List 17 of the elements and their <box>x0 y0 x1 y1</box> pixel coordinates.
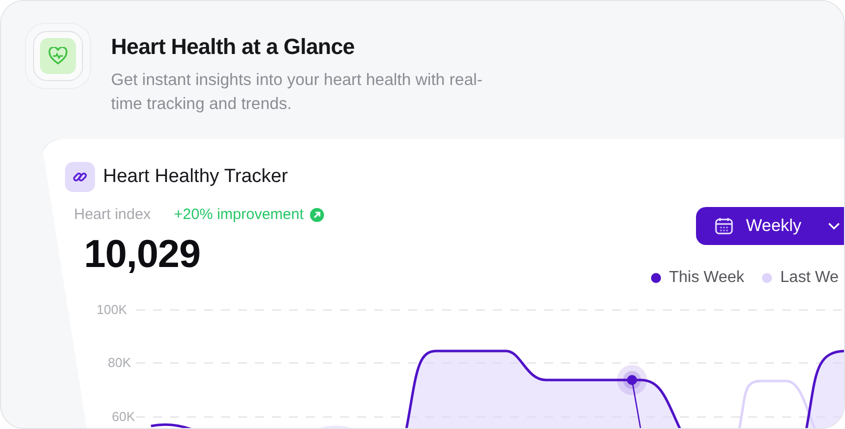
section-description: Get instant insights into your heart health with real-time tracking and trends. <box>111 70 484 115</box>
heart-pulse-icon <box>48 47 68 65</box>
y-axis-label: 60K <box>110 409 135 424</box>
metric-value: 10,029 <box>84 233 200 277</box>
y-axis-label: 100K <box>96 302 127 317</box>
y-axis-label: 80K <box>106 355 131 370</box>
change-text: +20% improvement <box>174 206 304 223</box>
card-title: Heart Healthy Tracker <box>103 166 288 188</box>
data-point-marker <box>617 365 647 395</box>
section-title: Heart Health at a Glance <box>111 34 356 60</box>
period-dropdown[interactable]: Weekly <box>696 207 844 245</box>
link-icon <box>65 162 95 192</box>
legend-label: This Week <box>669 269 744 287</box>
legend-label: Last We <box>780 269 839 287</box>
arrow-up-right-icon <box>310 208 324 222</box>
calendar-icon <box>714 216 734 236</box>
metric-label: Heart index <box>74 206 152 223</box>
